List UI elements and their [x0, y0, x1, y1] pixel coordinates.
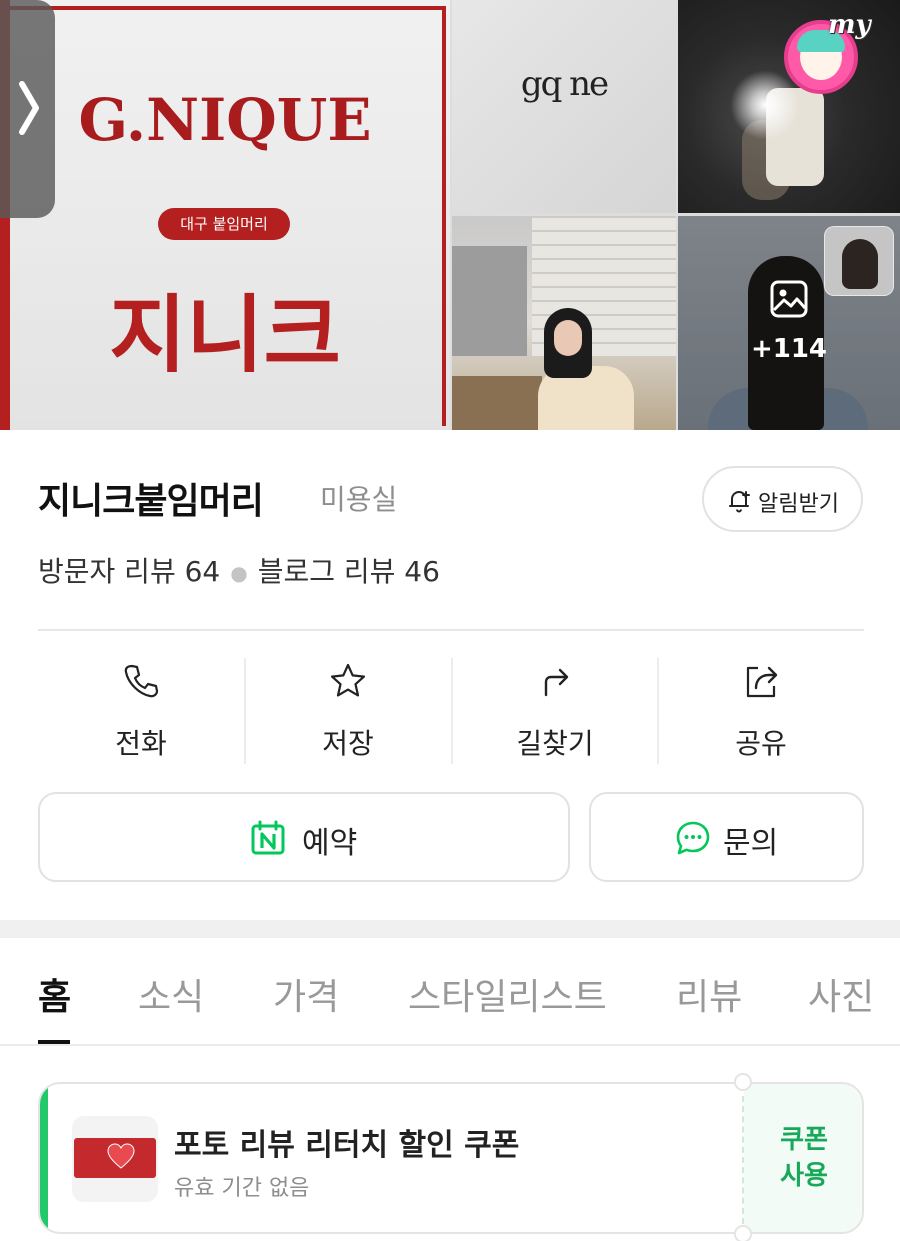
inquiry-label: 문의: [723, 826, 779, 861]
more-photos-count: +114: [750, 334, 828, 364]
review-summary: 방문자 리뷰 64 ● 블로그 리뷰 46: [38, 550, 440, 590]
gallery-photo-more[interactable]: +114: [678, 216, 900, 430]
naver-calendar-icon: [251, 820, 285, 855]
share-button[interactable]: 공유: [658, 658, 864, 764]
notify-button[interactable]: 알림받기: [702, 466, 863, 532]
tab-stylist[interactable]: 스타일리스트: [408, 968, 607, 1020]
place-category: 미용실: [320, 483, 398, 516]
use-coupon-button[interactable]: 쿠폰 사용: [744, 1084, 862, 1232]
table: [452, 376, 542, 430]
use-coupon-label-line1: 쿠폰: [780, 1125, 828, 1155]
blog-reviews-link[interactable]: 블로그 리뷰 46: [258, 555, 440, 588]
photo-gallery: G.NIQUE 대구 붙임머리 지니크 gq ne +114 my: [0, 0, 900, 430]
logo-mark: gq ne: [520, 64, 609, 104]
tab-photo[interactable]: 사진: [808, 968, 874, 1020]
coupon-validity: 유효 기간 없음: [174, 1176, 310, 1201]
tab-review[interactable]: 리뷰: [676, 968, 742, 1020]
active-tab-indicator: [38, 1040, 70, 1044]
tab-home[interactable]: 홈: [38, 968, 71, 1020]
gallery-photo-logo[interactable]: gq ne: [452, 0, 676, 213]
action-label: 길찾기: [516, 727, 594, 760]
brand-name-en: G.NIQUE: [78, 86, 372, 154]
coupon-accent-bar: [40, 1084, 48, 1232]
bell-plus-icon: [729, 491, 750, 513]
person-face: [554, 320, 582, 356]
star-icon: [330, 663, 366, 697]
reserve-button[interactable]: 예약: [38, 792, 570, 882]
gallery-expand-button[interactable]: [0, 0, 55, 218]
action-bar: 전화 저장 길찾기 공유: [38, 658, 864, 764]
action-label: 전화: [115, 727, 167, 760]
share-icon: [746, 666, 778, 698]
chevron-right-icon: [19, 81, 39, 135]
inquiry-button[interactable]: 문의: [589, 792, 864, 882]
my-badge-text: my: [828, 10, 871, 40]
coupon-thumbnail: [72, 1116, 158, 1202]
notify-label: 알림받기: [758, 492, 839, 517]
phone-icon: [124, 664, 159, 698]
shelf: [452, 246, 527, 356]
reserve-label: 예약: [302, 826, 358, 861]
place-name: 지니크붙임머리: [38, 481, 264, 522]
action-label: 저장: [322, 727, 374, 760]
call-button[interactable]: 전화: [38, 658, 244, 764]
tab-bar: 홈 소식 가격 스타일리스트 리뷰 사진: [0, 938, 900, 1046]
coupon-notch: [734, 1225, 752, 1241]
divider: [38, 629, 864, 631]
coupon-title: 포토 리뷰 리터치 할인 쿠폰: [174, 1128, 520, 1163]
thumbnail-inset: [824, 226, 894, 296]
separator-dot: ●: [230, 561, 248, 585]
brand-tag: 대구 붙임머리: [158, 208, 290, 240]
use-coupon-label: 쿠폰 사용: [744, 1122, 862, 1194]
section-gap: [0, 920, 900, 938]
my-profile-badge[interactable]: my: [778, 8, 871, 98]
directions-button[interactable]: 길찾기: [452, 658, 658, 764]
tab-price[interactable]: 가격: [273, 968, 339, 1020]
directions-icon: [544, 668, 569, 697]
coupon-notch: [734, 1073, 752, 1091]
visitor-reviews-link[interactable]: 방문자 리뷰 64: [38, 555, 220, 588]
tab-news[interactable]: 소식: [138, 968, 204, 1020]
heart-icon: [107, 1143, 135, 1169]
gallery-main-photo[interactable]: G.NIQUE 대구 붙임머리 지니크: [0, 0, 450, 430]
chat-bubble-icon: [676, 821, 710, 855]
save-button[interactable]: 저장: [245, 658, 451, 764]
action-label: 공유: [735, 727, 787, 760]
photo-icon: [770, 280, 808, 318]
gallery-photo-salon[interactable]: [452, 216, 676, 430]
coupon-card[interactable]: 포토 리뷰 리터치 할인 쿠폰 유효 기간 없음 쿠폰 사용: [38, 1082, 864, 1234]
brand-name-kr: 지니크: [109, 285, 341, 384]
use-coupon-label-line2: 사용: [780, 1161, 828, 1191]
